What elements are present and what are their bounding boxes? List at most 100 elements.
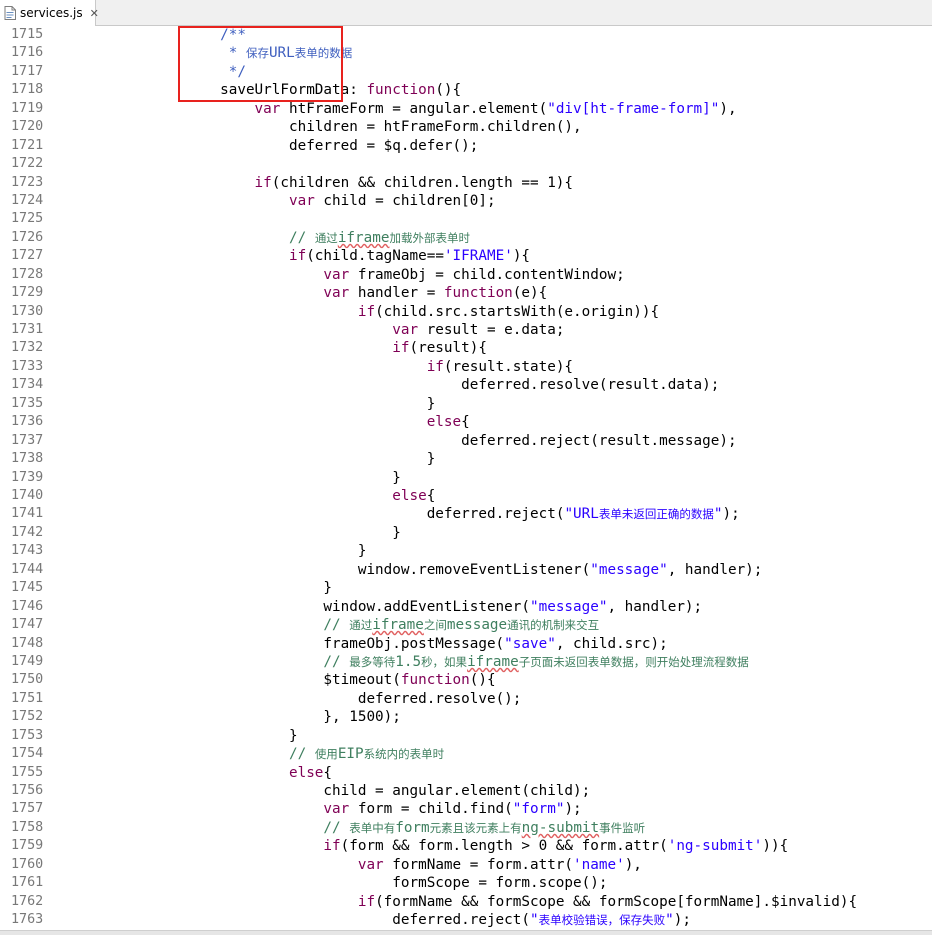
line-number: 1745 — [11, 580, 44, 596]
code-line: 1729 var handler = function(e){ — [0, 284, 932, 302]
code-line: 1754 // 使用EIP系统内的表单时 — [0, 745, 932, 763]
code-text: else{ — [288, 764, 333, 781]
line-number: 1735 — [11, 395, 44, 411]
line-number: 1759 — [11, 838, 44, 854]
line-number: 1742 — [11, 524, 44, 540]
code-text: } — [323, 580, 333, 597]
line-number: 1733 — [11, 358, 44, 374]
code-line: 1725 — [0, 210, 932, 228]
line-number: 1716 — [11, 45, 44, 61]
code-line: 1759 if(form && form.length > 0 && form.… — [0, 837, 932, 855]
code-text: child = angular.element(child); — [323, 783, 591, 800]
line-number: 1749 — [11, 653, 44, 669]
code-text: if(children && children.length == 1){ — [254, 174, 574, 191]
code-line: 1721 deferred = $q.defer(); — [0, 137, 932, 155]
line-number: 1746 — [11, 598, 44, 614]
line-number: 1740 — [11, 488, 44, 503]
code-line: 1720 children = htFrameForm.children(), — [0, 118, 932, 136]
code-line: 1755 else{ — [0, 764, 932, 782]
code-text: else{ — [392, 488, 436, 504]
code-text: deferred.resolve(result.data); — [461, 377, 720, 394]
line-number: 1728 — [11, 266, 44, 282]
code-line: 1760 var formName = form.attr('name'), — [0, 856, 932, 874]
code-line: 1739 } — [0, 469, 932, 487]
code-line: 1749 // 最多等待1.5秒，如果iframe子页面未返回表单数据，则开始处… — [0, 653, 932, 671]
line-number: 1736 — [11, 414, 44, 430]
code-text: // 通过iframe之间message通讯的机制来交互 — [323, 617, 600, 634]
code-text: if(child.src.startsWith(e.origin)){ — [357, 303, 660, 320]
line-number: 1724 — [11, 192, 44, 208]
code-line: 1734 deferred.resolve(result.data); — [0, 376, 932, 394]
code-line: 1719 var htFrameForm = angular.element("… — [0, 100, 932, 118]
code-line: 1744 window.removeEventListener("message… — [0, 561, 932, 579]
code-line: 1753 } — [0, 727, 932, 745]
code-line: 1752 }, 1500); — [0, 708, 932, 726]
code-text: deferred.reject("URL表单未返回正确的数据"); — [426, 506, 740, 523]
code-text: // 最多等待1.5秒，如果iframe子页面未返回表单数据，则开始处理流程数据 — [323, 653, 749, 670]
code-text: }, 1500); — [323, 709, 401, 726]
code-line: 1732 if(result){ — [0, 339, 932, 357]
line-number: 1725 — [11, 211, 44, 227]
code-line: 1727 if(child.tagName=='IFRAME'){ — [0, 247, 932, 265]
line-number: 1763 — [11, 912, 44, 928]
line-number: 1726 — [11, 229, 44, 245]
code-text: deferred.reject(result.message); — [461, 432, 737, 449]
line-number: 1719 — [11, 100, 44, 116]
editor-tab-bar: services.js ✕ — [0, 0, 932, 26]
code-line: 1717 */ — [0, 63, 932, 81]
code-text: else{ — [426, 414, 470, 431]
code-line: 1745 } — [0, 579, 932, 597]
code-text: } — [426, 395, 436, 412]
code-text: var form = child.find("form"); — [323, 801, 582, 818]
code-line: 1726 // 通过iframe加载外部表单时 — [0, 229, 932, 247]
code-text: var htFrameForm = angular.element("div[h… — [254, 100, 737, 117]
code-line: 1722 — [0, 155, 932, 173]
line-number: 1762 — [11, 893, 44, 909]
code-text: var handler = function(e){ — [323, 285, 548, 302]
code-text: var result = e.data; — [392, 322, 565, 339]
line-number: 1741 — [11, 506, 44, 522]
code-line: 1736 else{ — [0, 413, 932, 431]
code-text: $timeout(function(){ — [323, 672, 496, 689]
line-number: 1722 — [11, 156, 44, 172]
line-number: 1723 — [11, 174, 44, 190]
line-number: 1721 — [11, 137, 44, 153]
code-editor[interactable]: 1715 /** 1716 * 保存URL表单的数据 1717 */1718 sav… — [0, 26, 932, 930]
code-line: 1715 /** — [0, 26, 932, 44]
code-text: } — [392, 469, 401, 486]
line-number: 1734 — [11, 377, 44, 393]
code-line: 1748 frameObj.postMessage("save", child.… — [0, 635, 932, 653]
code-line: 1733 if(result.state){ — [0, 358, 932, 376]
code-line: 1758 // 表单中有form元素且该元素上有ng-submit事件监听 — [0, 819, 932, 837]
line-number: 1761 — [11, 875, 44, 891]
line-number: 1751 — [11, 690, 44, 706]
line-number: 1755 — [11, 764, 44, 780]
code-line: 1735 } — [0, 395, 932, 413]
code-line: 1718 saveUrlFormData: function(){ — [0, 81, 932, 99]
code-text: // 使用EIP系统内的表单时 — [288, 746, 445, 763]
code-line: 1747 // 通过iframe之间message通讯的机制来交互 — [0, 616, 932, 634]
close-icon[interactable]: ✕ — [90, 8, 99, 19]
code-text: // 通过iframe加载外部表单时 — [288, 229, 470, 246]
code-text: var formName = form.attr('name'), — [357, 856, 642, 873]
code-text: formScope = form.scope(); — [392, 875, 608, 892]
highlight-box — [178, 26, 343, 102]
code-text: if(form && form.length > 0 && form.attr(… — [323, 838, 789, 855]
code-line: 1740 else{ — [0, 487, 932, 505]
line-number: 1758 — [11, 819, 44, 835]
code-line: 1762 if(formName && formScope && formSco… — [0, 893, 932, 911]
line-number: 1760 — [11, 856, 44, 872]
code-line: 1738 } — [0, 450, 932, 468]
code-text: // 表单中有form元素且该元素上有ng-submit事件监听 — [323, 819, 646, 836]
code-line: 1731 var result = e.data; — [0, 321, 932, 339]
line-number: 1731 — [11, 322, 44, 338]
line-number: 1730 — [11, 303, 44, 319]
code-line: 1742 } — [0, 524, 932, 542]
line-number: 1718 — [11, 82, 44, 98]
code-line: 1746 window.addEventListener("message", … — [0, 598, 932, 616]
tab-services-js[interactable]: services.js ✕ — [0, 0, 99, 26]
code-line: 1716 * 保存URL表单的数据 — [0, 44, 932, 62]
code-line: 1763 deferred.reject("表单校验错误，保存失败"); — [0, 911, 932, 929]
horizontal-scrollbar[interactable] — [0, 930, 932, 935]
code-text: if(result){ — [392, 340, 487, 357]
